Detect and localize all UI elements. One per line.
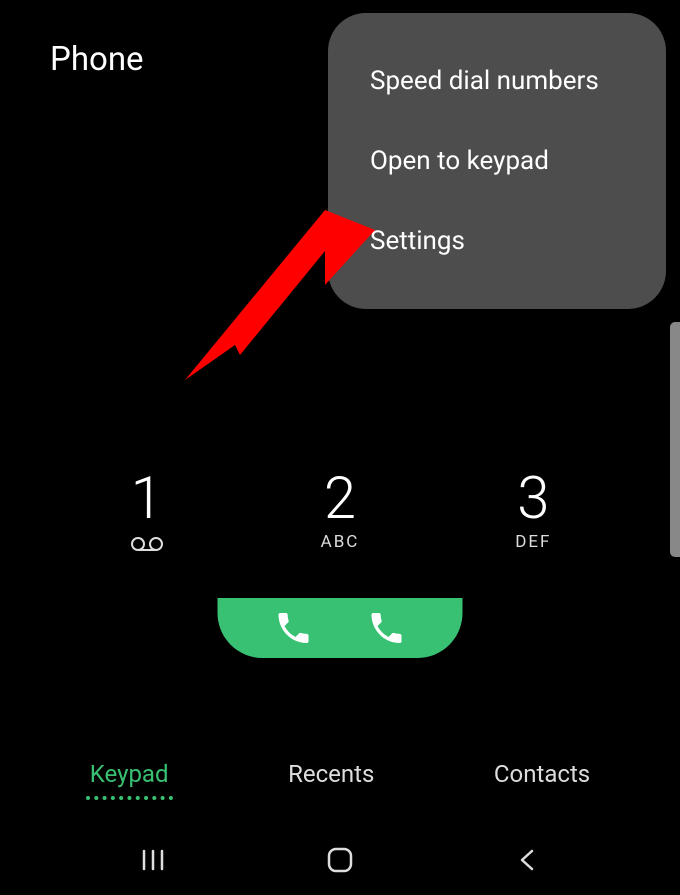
recents-icon: [140, 847, 166, 873]
system-nav-bar: [0, 825, 680, 895]
tab-contacts[interactable]: Contacts: [490, 752, 594, 800]
tab-recents[interactable]: Recents: [284, 752, 378, 800]
keypad-row: 1 2 ABC 3 DEF: [0, 470, 680, 552]
menu-item-open-keypad[interactable]: Open to keypad: [328, 121, 666, 201]
keypad-key-3[interactable]: 3 DEF: [473, 470, 593, 552]
nav-home-button[interactable]: [320, 840, 360, 880]
key-digit: 3: [517, 470, 549, 528]
nav-recents-button[interactable]: [133, 840, 173, 880]
nav-back-button[interactable]: [507, 840, 547, 880]
keypad-key-2[interactable]: 2 ABC: [280, 470, 400, 552]
menu-item-speed-dial[interactable]: Speed dial numbers: [328, 41, 666, 121]
key-digit: 2: [324, 470, 356, 528]
tab-keypad[interactable]: Keypad: [86, 752, 173, 800]
keypad-key-1[interactable]: 1: [87, 470, 207, 552]
bottom-tabs: Keypad Recents Contacts: [0, 752, 680, 800]
call-icon[interactable]: [274, 608, 314, 648]
key-letters: ABC: [321, 532, 360, 552]
menu-item-settings[interactable]: Settings: [328, 201, 666, 281]
torn-edge-decoration: [0, 570, 680, 600]
key-digit: 1: [131, 470, 163, 528]
overflow-menu: Speed dial numbers Open to keypad Settin…: [328, 13, 666, 309]
voicemail-icon: [130, 536, 164, 552]
key-letters: DEF: [515, 532, 551, 552]
home-icon: [325, 845, 355, 875]
call-button-bar: [218, 598, 463, 658]
back-icon: [517, 847, 537, 873]
call-icon[interactable]: [366, 608, 406, 648]
